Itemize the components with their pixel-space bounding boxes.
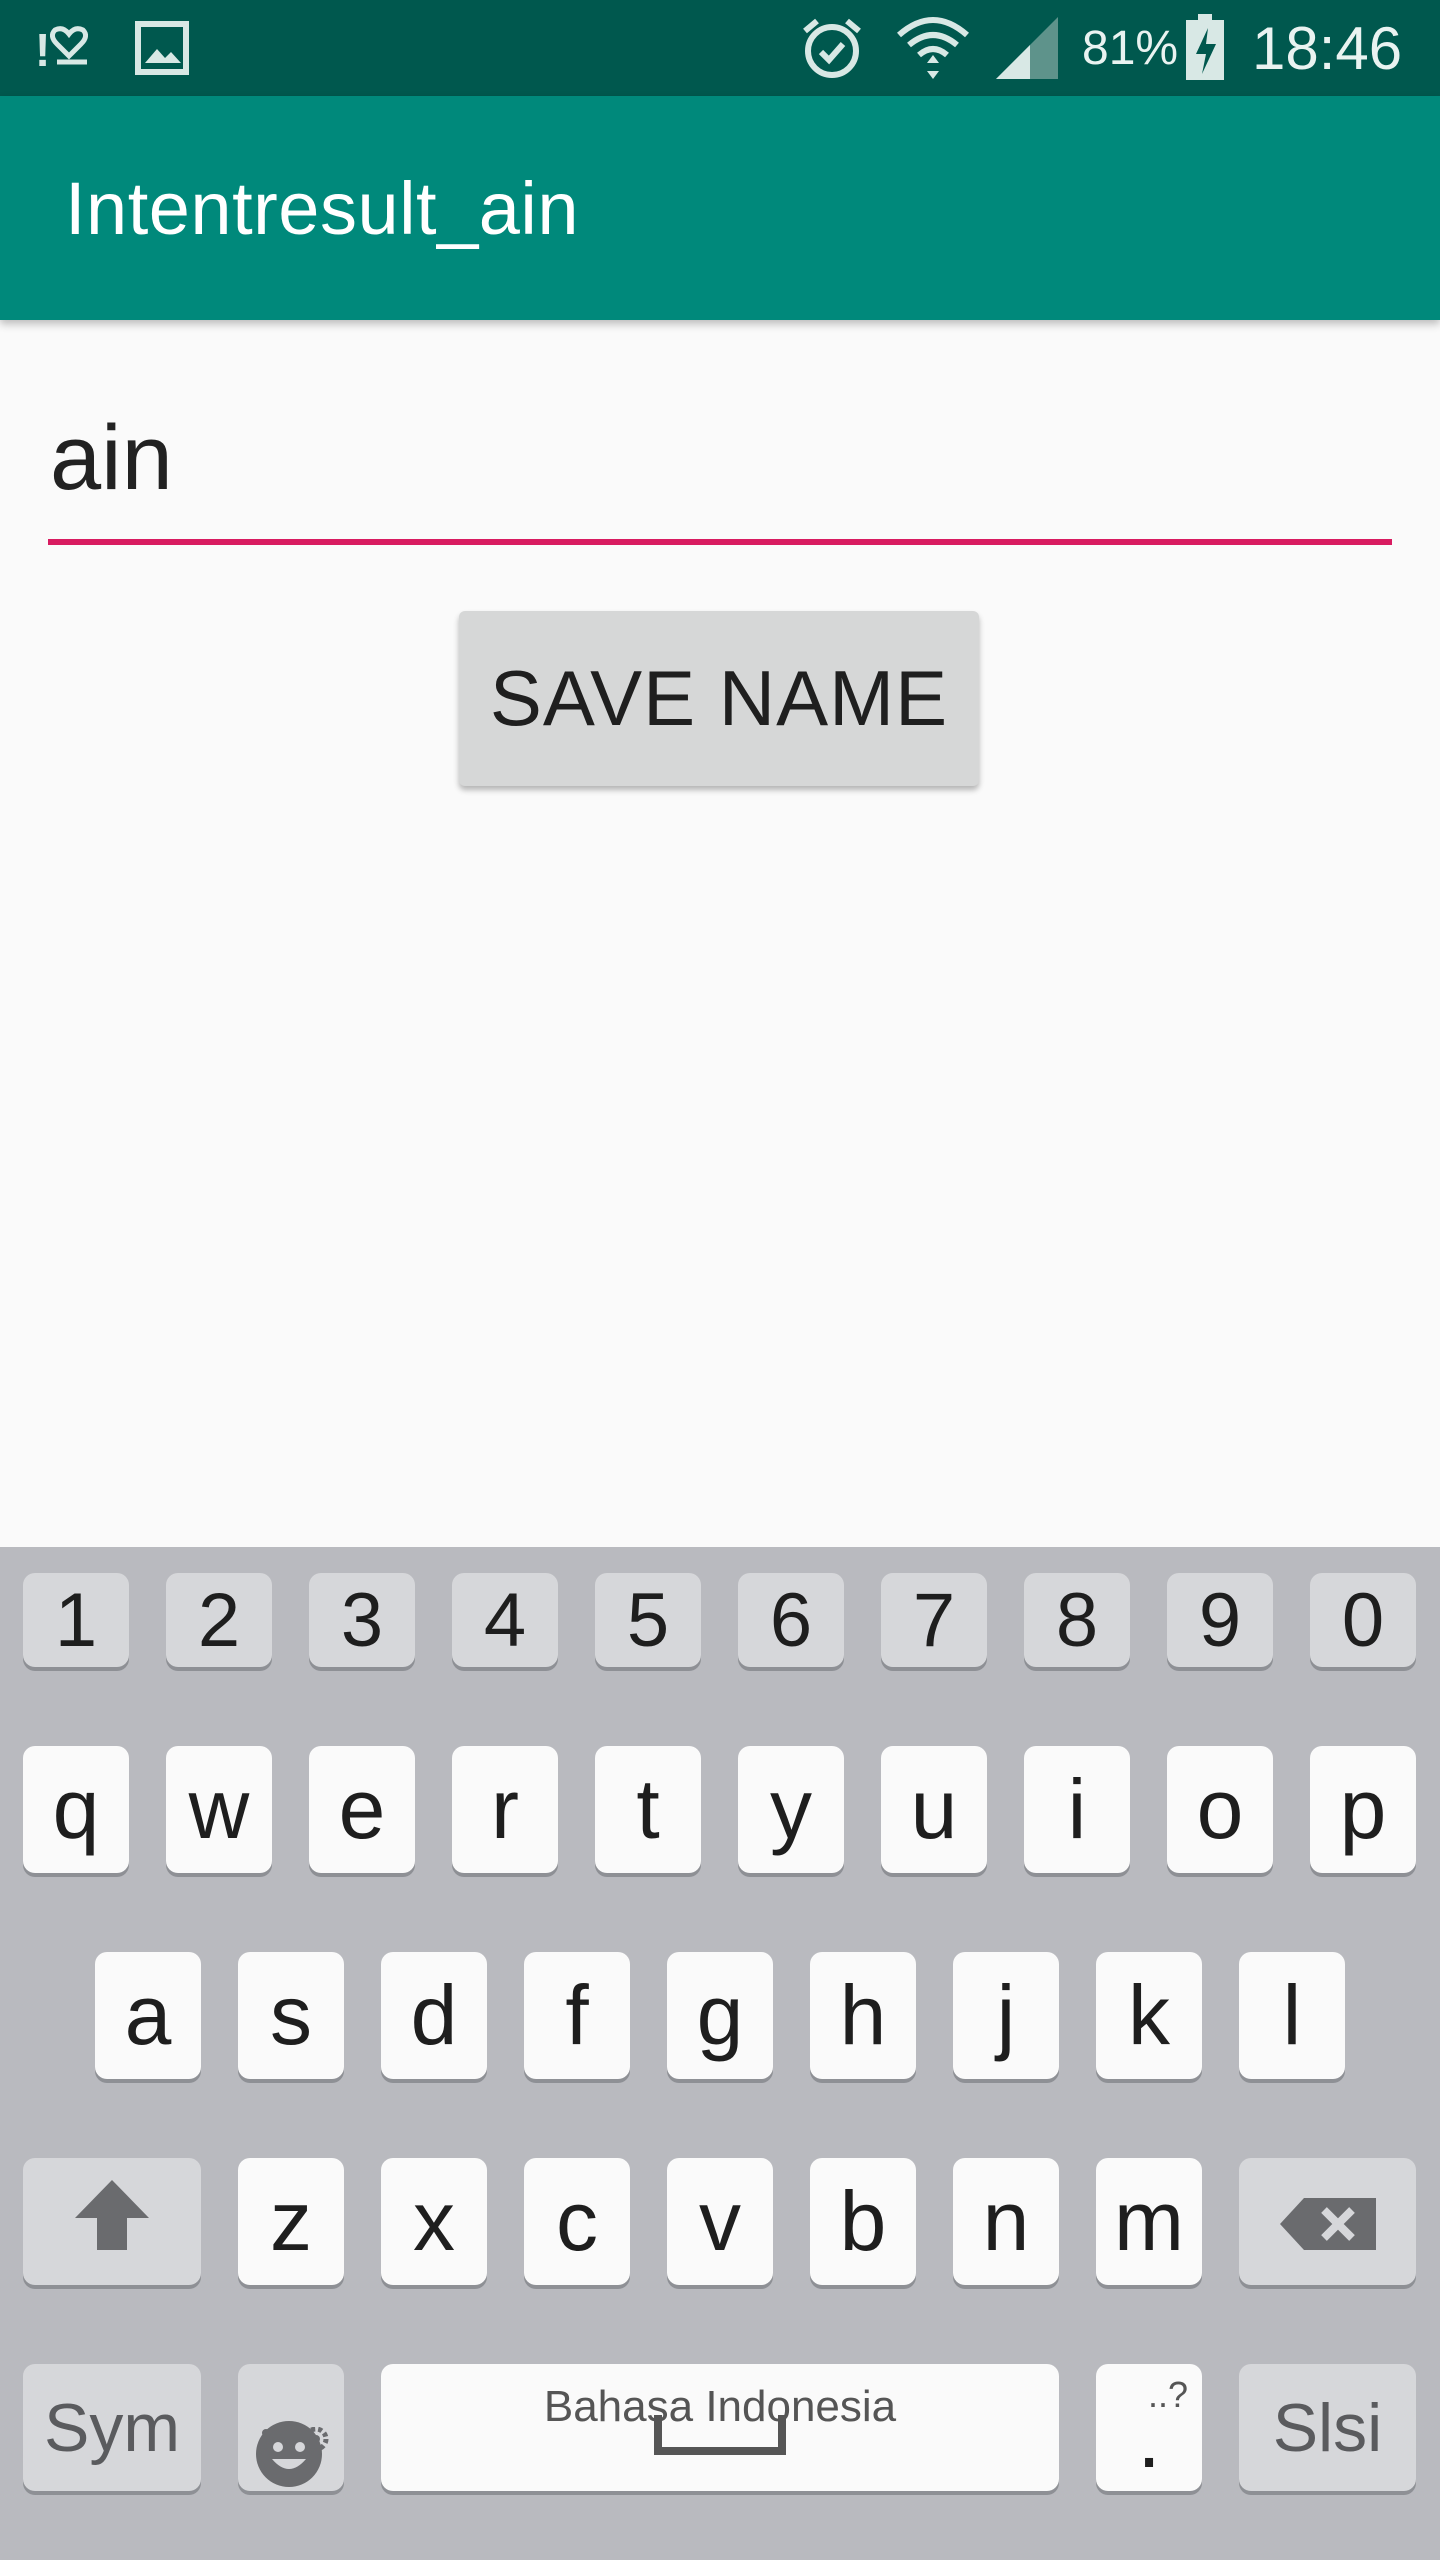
period-key[interactable]: ..? . — [1096, 2364, 1202, 2491]
signal-icon — [992, 14, 1062, 82]
emoji-key[interactable] — [238, 2364, 344, 2491]
key-q[interactable]: q — [23, 1746, 129, 1873]
key-0[interactable]: 0 — [1310, 1573, 1416, 1667]
send-key[interactable]: Slsi — [1239, 2364, 1416, 2491]
alarm-icon — [796, 14, 868, 82]
key-s[interactable]: s — [238, 1952, 344, 2079]
key-g[interactable]: g — [667, 1952, 773, 2079]
key-v[interactable]: v — [667, 2158, 773, 2285]
key-u[interactable]: u — [881, 1746, 987, 1873]
sym-key[interactable]: Sym — [23, 2364, 201, 2491]
key-6[interactable]: 6 — [738, 1573, 844, 1667]
key-w[interactable]: w — [166, 1746, 272, 1873]
key-t[interactable]: t — [595, 1746, 701, 1873]
key-2[interactable]: 2 — [166, 1573, 272, 1667]
key-m[interactable]: m — [1096, 2158, 1202, 2285]
status-bar: ! 81% 18:46 — [0, 0, 1440, 96]
shift-icon — [75, 2173, 149, 2270]
key-8[interactable]: 8 — [1024, 1573, 1130, 1667]
key-e[interactable]: e — [309, 1746, 415, 1873]
key-7[interactable]: 7 — [881, 1573, 987, 1667]
notification-icon: ! — [34, 14, 98, 82]
key-h[interactable]: h — [810, 1952, 916, 2079]
key-r[interactable]: r — [452, 1746, 558, 1873]
key-z[interactable]: z — [238, 2158, 344, 2285]
key-y[interactable]: y — [738, 1746, 844, 1873]
screen: ! 81% 18:46 Intentresult_ain ain SAVE NA… — [0, 0, 1440, 2560]
space-key[interactable]: Bahasa Indonesia — [381, 2364, 1059, 2491]
emoji-icon — [254, 2412, 324, 2509]
space-icon — [654, 2378, 786, 2475]
key-1[interactable]: 1 — [23, 1573, 129, 1667]
key-5[interactable]: 5 — [595, 1573, 701, 1667]
key-p[interactable]: p — [1310, 1746, 1416, 1873]
gallery-icon — [134, 14, 190, 82]
battery-percent: 81% — [1082, 21, 1179, 75]
name-input[interactable] — [48, 395, 1392, 545]
app-title: Intentresult_ain — [65, 166, 580, 250]
key-x[interactable]: x — [381, 2158, 487, 2285]
key-c[interactable]: c — [524, 2158, 630, 2285]
key-o[interactable]: o — [1167, 1746, 1273, 1873]
key-f[interactable]: f — [524, 1952, 630, 2079]
key-4[interactable]: 4 — [452, 1573, 558, 1667]
key-d[interactable]: d — [381, 1952, 487, 2079]
key-n[interactable]: n — [953, 2158, 1059, 2285]
svg-text:!: ! — [35, 24, 50, 74]
keyboard: 1 2 3 4 5 6 7 8 9 0 q w e r t y u i o p … — [0, 1547, 1440, 2560]
shift-key[interactable] — [23, 2158, 201, 2285]
wifi-icon — [894, 14, 972, 82]
key-k[interactable]: k — [1096, 1952, 1202, 2079]
battery-charging-icon — [1182, 14, 1228, 82]
key-j[interactable]: j — [953, 1952, 1059, 2079]
save-name-button[interactable]: SAVE NAME — [459, 611, 979, 786]
app-bar: Intentresult_ain — [0, 96, 1440, 320]
backspace-key[interactable] — [1239, 2158, 1416, 2285]
key-a[interactable]: a — [95, 1952, 201, 2079]
key-i[interactable]: i — [1024, 1746, 1130, 1873]
key-l[interactable]: l — [1239, 1952, 1345, 2079]
key-9[interactable]: 9 — [1167, 1573, 1273, 1667]
clock: 18:46 — [1252, 14, 1403, 82]
key-3[interactable]: 3 — [309, 1573, 415, 1667]
backspace-icon — [1279, 2173, 1376, 2270]
key-b[interactable]: b — [810, 2158, 916, 2285]
period-label: . — [1137, 2391, 1161, 2485]
